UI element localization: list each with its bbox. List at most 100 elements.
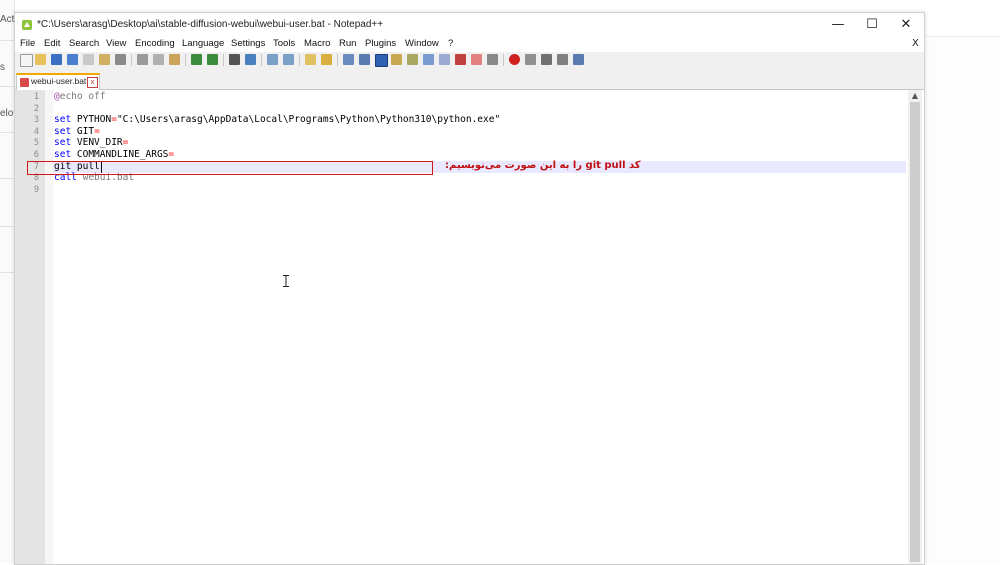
annotation-highlight-box	[27, 161, 433, 175]
toolbar-separator	[185, 54, 186, 66]
minimize-button[interactable]: —	[821, 13, 855, 37]
background-divider	[0, 178, 14, 179]
ibeam-cursor-icon	[283, 275, 289, 287]
menu-file[interactable]: File	[20, 38, 35, 49]
paste-icon[interactable]	[169, 54, 180, 65]
show-all-characters-icon[interactable]	[359, 54, 370, 65]
menu-search[interactable]: Search	[69, 38, 99, 49]
modified-file-icon	[20, 78, 29, 87]
line-number: 6	[33, 150, 39, 160]
variable-name: GIT	[71, 126, 95, 137]
open-file-icon[interactable]	[35, 54, 46, 65]
toolbar-separator	[223, 54, 224, 66]
function-list-icon[interactable]	[423, 54, 434, 65]
stop-macro-icon[interactable]	[525, 54, 536, 65]
line-number: 9	[33, 185, 39, 195]
doc-map-icon[interactable]	[407, 54, 418, 65]
toolbar-separator	[299, 54, 300, 66]
operator: =	[168, 149, 175, 160]
title-bar[interactable]: *C:\Users\arasg\Desktop\ai\stable-diffus…	[15, 13, 924, 37]
close-button[interactable]: ✕	[889, 13, 923, 37]
undo-icon[interactable]	[191, 54, 202, 65]
save-macro-icon[interactable]	[573, 54, 584, 65]
background-app-panel	[0, 0, 15, 563]
notepad-plus-plus-icon	[22, 20, 32, 30]
background-divider	[0, 86, 14, 87]
echo-command: echo off	[59, 91, 106, 102]
string-value: "C:\Users\arasg\AppData\Local\Programs\P…	[116, 114, 501, 125]
new-file-icon[interactable]	[20, 54, 33, 67]
document-list-icon[interactable]	[455, 54, 466, 65]
set-keyword: set	[54, 137, 72, 148]
sync-horizontal-icon[interactable]	[321, 54, 332, 65]
menu-run[interactable]: Run	[339, 38, 356, 49]
line-number: 5	[33, 138, 39, 148]
line-number: 2	[33, 104, 39, 114]
set-keyword: set	[54, 149, 72, 160]
zoom-out-icon[interactable]	[283, 54, 294, 65]
save-all-icon[interactable]	[67, 54, 78, 65]
tab-close-icon[interactable]: x	[87, 77, 98, 88]
menu-view[interactable]: View	[106, 38, 126, 49]
print-icon[interactable]	[115, 54, 126, 65]
menu-plugins[interactable]: Plugins	[365, 38, 396, 49]
menu-settings[interactable]: Settings	[231, 38, 265, 49]
variable-name: COMMANDLINE_ARGS	[71, 149, 169, 160]
copy-icon[interactable]	[153, 54, 164, 65]
run-macro-multiple-icon[interactable]	[557, 54, 568, 65]
cut-icon[interactable]	[137, 54, 148, 65]
word-wrap-icon[interactable]	[343, 54, 354, 65]
record-macro-icon[interactable]	[509, 54, 520, 65]
toolbar-separator	[503, 54, 504, 66]
find-icon[interactable]	[229, 54, 240, 65]
redo-icon[interactable]	[207, 54, 218, 65]
scroll-up-arrow-icon[interactable]: ▲	[908, 91, 922, 101]
close-file-icon[interactable]	[83, 54, 94, 65]
play-macro-icon[interactable]	[541, 54, 552, 65]
replace-icon[interactable]	[245, 54, 256, 65]
background-label: s	[0, 62, 5, 73]
save-icon[interactable]	[51, 54, 62, 65]
tab-label: webui-user.bat	[31, 76, 87, 86]
line-number: 4	[33, 127, 39, 137]
code-line-3: set PYTHON="C:\Users\arasg\AppData\Local…	[54, 114, 500, 125]
indent-guide-icon[interactable]	[375, 54, 388, 67]
set-keyword: set	[54, 126, 72, 137]
user-language-icon[interactable]	[391, 54, 402, 65]
code-editor[interactable]: 1 2 3 4 5 6 7 8 9 @echo off set PYTHON="…	[15, 90, 924, 564]
window-title: *C:\Users\arasg\Desktop\ai\stable-diffus…	[37, 19, 384, 30]
close-document-button[interactable]: X	[912, 38, 919, 49]
operator: =	[94, 126, 100, 137]
variable-name: PYTHON	[71, 114, 112, 125]
tab-bar: webui-user.bat x	[15, 71, 924, 90]
toolbar-separator	[337, 54, 338, 66]
notepad-plus-plus-window: *C:\Users\arasg\Desktop\ai\stable-diffus…	[14, 12, 925, 565]
menu-macro[interactable]: Macro	[304, 38, 330, 49]
zoom-in-icon[interactable]	[267, 54, 278, 65]
folder-workspace-icon[interactable]	[439, 54, 450, 65]
close-all-icon[interactable]	[99, 54, 110, 65]
menu-window[interactable]: Window	[405, 38, 439, 49]
line-number: 1	[33, 92, 39, 102]
menu-language[interactable]: Language	[182, 38, 224, 49]
menu-encoding[interactable]: Encoding	[135, 38, 175, 49]
tab-webui-user-bat[interactable]: webui-user.bat x	[16, 73, 100, 90]
monitoring-icon[interactable]	[471, 54, 482, 65]
view-icon[interactable]	[487, 54, 498, 65]
code-line-1: @echo off	[54, 91, 106, 102]
background-divider	[0, 226, 14, 227]
toolbar-separator	[131, 54, 132, 66]
operator: =	[122, 137, 129, 148]
sync-vertical-icon[interactable]	[305, 54, 316, 65]
line-number: 3	[33, 115, 39, 125]
menu-help[interactable]: ?	[448, 38, 453, 49]
background-divider	[0, 272, 14, 273]
toolbar-separator	[261, 54, 262, 66]
scrollbar-thumb[interactable]	[910, 102, 920, 562]
menu-edit[interactable]: Edit	[44, 38, 60, 49]
variable-name: VENV_DIR	[71, 137, 123, 148]
vertical-scrollbar[interactable]: ▲	[908, 90, 922, 564]
menu-tools[interactable]: Tools	[273, 38, 295, 49]
code-line-4: set GIT=	[54, 126, 100, 137]
maximize-button[interactable]: ☐	[855, 13, 889, 37]
